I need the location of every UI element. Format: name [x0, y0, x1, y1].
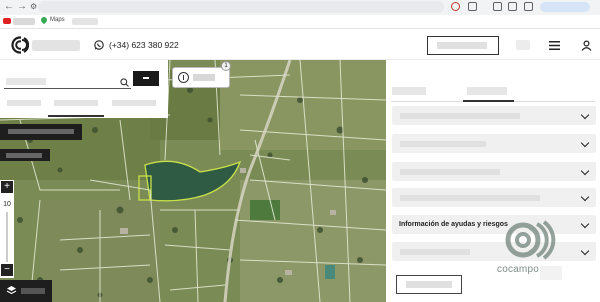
search-tab[interactable]: [54, 100, 98, 106]
bookmark-item[interactable]: [72, 18, 98, 25]
back-icon[interactable]: ←: [4, 1, 14, 13]
accordion-title: [400, 195, 540, 201]
phone-number[interactable]: (+34) 623 380 922: [109, 40, 179, 51]
download-icon[interactable]: [493, 2, 502, 11]
layers-label: [21, 288, 45, 294]
extension-icon[interactable]: [451, 2, 460, 11]
extension-icon[interactable]: [468, 2, 477, 11]
details-tab[interactable]: [392, 87, 426, 95]
search-tab[interactable]: [112, 100, 156, 106]
address-bar[interactable]: [38, 1, 444, 13]
account-icon[interactable]: [524, 2, 533, 11]
menu-icon[interactable]: [549, 41, 560, 50]
search-button-icon: [143, 77, 149, 79]
youtube-icon[interactable]: [3, 18, 11, 24]
map-search-panel: [0, 60, 168, 118]
accordion-title-ayudas: Información de ayudas y riesgos: [399, 221, 508, 228]
search-input[interactable]: [6, 78, 46, 85]
whatsapp-icon: [94, 40, 104, 50]
language-selector[interactable]: [516, 40, 530, 50]
bookmark-item[interactable]: [13, 18, 35, 25]
profile-button[interactable]: [540, 2, 590, 12]
tune-icon[interactable]: ⚙: [30, 1, 37, 13]
search-underline: [4, 88, 131, 89]
parcel-info-text: [8, 129, 74, 134]
zoom-level: 10: [3, 201, 11, 208]
site-header: [0, 30, 600, 60]
search-icon[interactable]: [120, 78, 129, 87]
brand-name: [32, 40, 80, 51]
zoom-plus-icon[interactable]: +: [1, 181, 13, 193]
bookmark-maps-label[interactable]: Maps: [50, 17, 65, 23]
forward-icon[interactable]: →: [17, 1, 27, 13]
parcel-tag-text: [6, 153, 42, 158]
watermark-text: cocampo: [497, 264, 539, 275]
sidebar-icon[interactable]: [508, 2, 517, 11]
details-panel: [386, 60, 600, 302]
layers-icon: [6, 286, 17, 295]
header-action-label: [437, 42, 487, 49]
notification-badge: 1: [221, 61, 231, 71]
info-icon-glyph: [183, 75, 185, 80]
accordion-title: [400, 113, 520, 119]
user-icon[interactable]: [581, 40, 592, 51]
zoom-slider[interactable]: [6, 212, 8, 262]
secondary-action[interactable]: [540, 266, 562, 280]
cocampo-watermark-icon: [505, 220, 556, 260]
accordion-title: [400, 249, 470, 255]
accordion-title: [400, 169, 500, 175]
search-tab[interactable]: [7, 100, 41, 106]
details-tab[interactable]: [467, 87, 507, 95]
active-tab-indicator: [463, 100, 514, 102]
accordion-title: [400, 141, 486, 147]
info-chip-label: [193, 74, 215, 81]
cocampo-logo-icon[interactable]: [11, 36, 29, 54]
details-action-label: [406, 281, 452, 288]
zoom-minus-icon[interactable]: −: [1, 264, 13, 276]
active-tab-indicator: [48, 115, 104, 117]
